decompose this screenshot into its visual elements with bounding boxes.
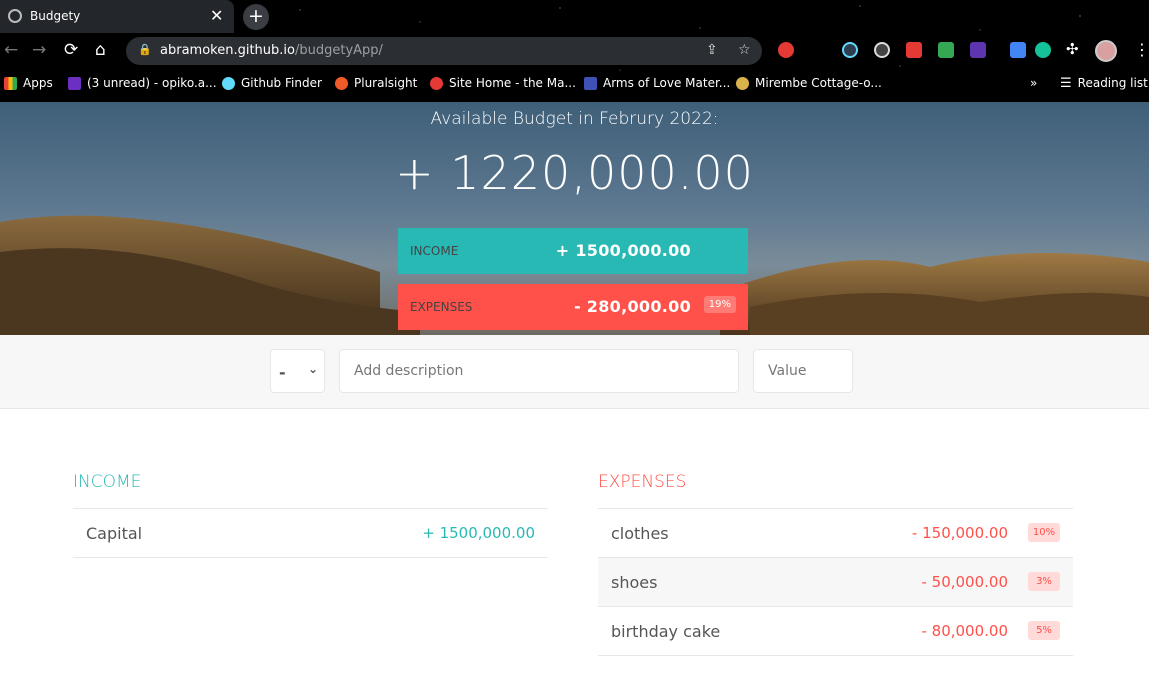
bookmark-label: Arms of Love Mater...	[603, 76, 731, 90]
mail-extension-icon[interactable]	[938, 42, 954, 58]
bookmark-site-home[interactable]: Site Home - the Ma...	[430, 75, 576, 91]
value-input[interactable]	[753, 349, 853, 393]
react-devtools-icon[interactable]	[842, 42, 858, 58]
income-title: Income	[73, 472, 142, 492]
expenses-summary-label: Expenses	[410, 300, 473, 314]
lock-icon: 🔒	[138, 43, 152, 56]
bookmark-label: (3 unread) - opiko.a...	[87, 76, 217, 90]
bookmarks-overflow-icon[interactable]: »	[1030, 75, 1037, 91]
expenses-title: Expenses	[598, 472, 687, 492]
income-item[interactable]: Capital + 1500,000.00	[73, 509, 548, 558]
extension-blue-icon[interactable]	[1010, 42, 1026, 58]
income-summary-label: Income	[410, 244, 459, 258]
new-tab-button[interactable]: +	[243, 4, 269, 30]
item-percent-badge: 5%	[1028, 621, 1060, 640]
item-description: Capital	[86, 524, 143, 543]
expense-item[interactable]: birthday cake - 80,000.00 5%	[598, 607, 1073, 656]
bookmark-label: Pluralsight	[354, 76, 418, 90]
reading-list-label: Reading list	[1077, 76, 1148, 90]
item-value: - 80,000.00	[921, 622, 1008, 640]
globe-icon	[8, 9, 22, 23]
expenses-summary: Expenses - 280,000.00 19%	[398, 284, 748, 330]
reload-icon[interactable]: ⟳	[64, 40, 78, 60]
item-value: + 1500,000.00	[422, 524, 535, 542]
browser-chrome: Budgety ✕ + ← → ⟳ ⌂ 🔒 abramoken.github.i…	[0, 0, 1149, 102]
bookmark-label: Apps	[23, 76, 53, 90]
type-select-value: -	[279, 363, 286, 382]
budget-value: + 1220,000.00	[395, 146, 754, 200]
expenses-list: clothes - 150,000.00 10% shoes - 50,000.…	[598, 508, 1073, 656]
item-description: birthday cake	[611, 622, 721, 641]
item-description: shoes	[611, 573, 658, 592]
apps-grid-icon	[4, 76, 17, 90]
bookmark-apps[interactable]: Apps	[4, 75, 53, 91]
item-value: - 50,000.00	[921, 573, 1008, 591]
bookmark-pluralsight[interactable]: Pluralsight	[335, 75, 417, 91]
address-bar[interactable]: 🔒 abramoken.github.io/budgetyApp/ ⇪ ☆	[126, 37, 762, 65]
more-menu-icon[interactable]: ⋮	[1134, 40, 1149, 59]
bookmark-label: Mirembe Cottage-o...	[755, 76, 882, 90]
bookmark-arms-of-love[interactable]: Arms of Love Mater...	[584, 75, 730, 91]
item-percent-badge: 3%	[1028, 572, 1060, 591]
extension-badge-icon[interactable]	[970, 42, 986, 58]
bookmark-yahoo[interactable]: (3 unread) - opiko.a...	[68, 75, 217, 91]
extension-stop-icon[interactable]	[778, 42, 794, 58]
expenses-summary-value: - 280,000.00	[573, 297, 691, 316]
africa-icon	[736, 76, 749, 90]
back-icon[interactable]: ←	[4, 40, 18, 60]
income-summary-value: + 1500,000.00	[555, 241, 691, 260]
browser-tab[interactable]: Budgety ✕	[0, 0, 234, 33]
profile-avatar[interactable]	[1095, 40, 1117, 62]
income-list: Capital + 1500,000.00	[73, 508, 548, 558]
share-icon[interactable]: ⇪	[706, 42, 718, 58]
expense-item[interactable]: clothes - 150,000.00 10%	[598, 509, 1073, 558]
item-value: - 150,000.00	[911, 524, 1008, 542]
type-select[interactable]: - ⌄	[270, 349, 325, 393]
puzzle-icon[interactable]: ✣	[1066, 40, 1082, 58]
bookmark-label: Github Finder	[241, 76, 322, 90]
url-path: /budgetyApp/	[294, 43, 383, 58]
mendeley-icon[interactable]	[906, 42, 922, 58]
budget-header: Available Budget in Februry 2022: + 1220…	[0, 102, 1149, 335]
site-home-icon	[430, 76, 443, 90]
url-text: abramoken.github.io/budgetyApp/	[160, 43, 383, 58]
bookmark-github-finder[interactable]: Github Finder	[222, 75, 322, 91]
grammarly-icon[interactable]	[1035, 42, 1051, 58]
budget-title: Available Budget in Februry 2022:	[430, 109, 719, 129]
star-icon[interactable]: ☆	[738, 42, 751, 58]
income-summary: Income + 1500,000.00	[398, 228, 748, 274]
expense-item[interactable]: shoes - 50,000.00 3%	[598, 558, 1073, 607]
target-extension-icon[interactable]	[874, 42, 890, 58]
expenses-percent-badge: 19%	[703, 296, 736, 313]
yahoo-icon	[68, 76, 81, 90]
bookmark-mirembe[interactable]: Mirembe Cottage-o...	[736, 75, 882, 91]
add-item-bar: - ⌄	[0, 335, 1149, 409]
close-tab-icon[interactable]: ✕	[210, 6, 223, 25]
calendar-icon	[584, 76, 597, 90]
description-input[interactable]	[339, 349, 739, 393]
chevron-down-icon: ⌄	[307, 362, 318, 376]
forward-icon[interactable]: →	[32, 40, 46, 60]
react-icon	[222, 76, 235, 90]
item-description: clothes	[611, 524, 669, 543]
home-icon[interactable]: ⌂	[95, 40, 106, 60]
reading-list[interactable]: ☰ Reading list	[1060, 75, 1148, 91]
url-host: abramoken.github.io	[160, 43, 295, 58]
reading-list-icon: ☰	[1060, 75, 1072, 91]
tab-title: Budgety	[30, 9, 81, 23]
pluralsight-icon	[335, 76, 348, 90]
bookmark-label: Site Home - the Ma...	[449, 76, 576, 90]
item-percent-badge: 10%	[1028, 523, 1060, 542]
